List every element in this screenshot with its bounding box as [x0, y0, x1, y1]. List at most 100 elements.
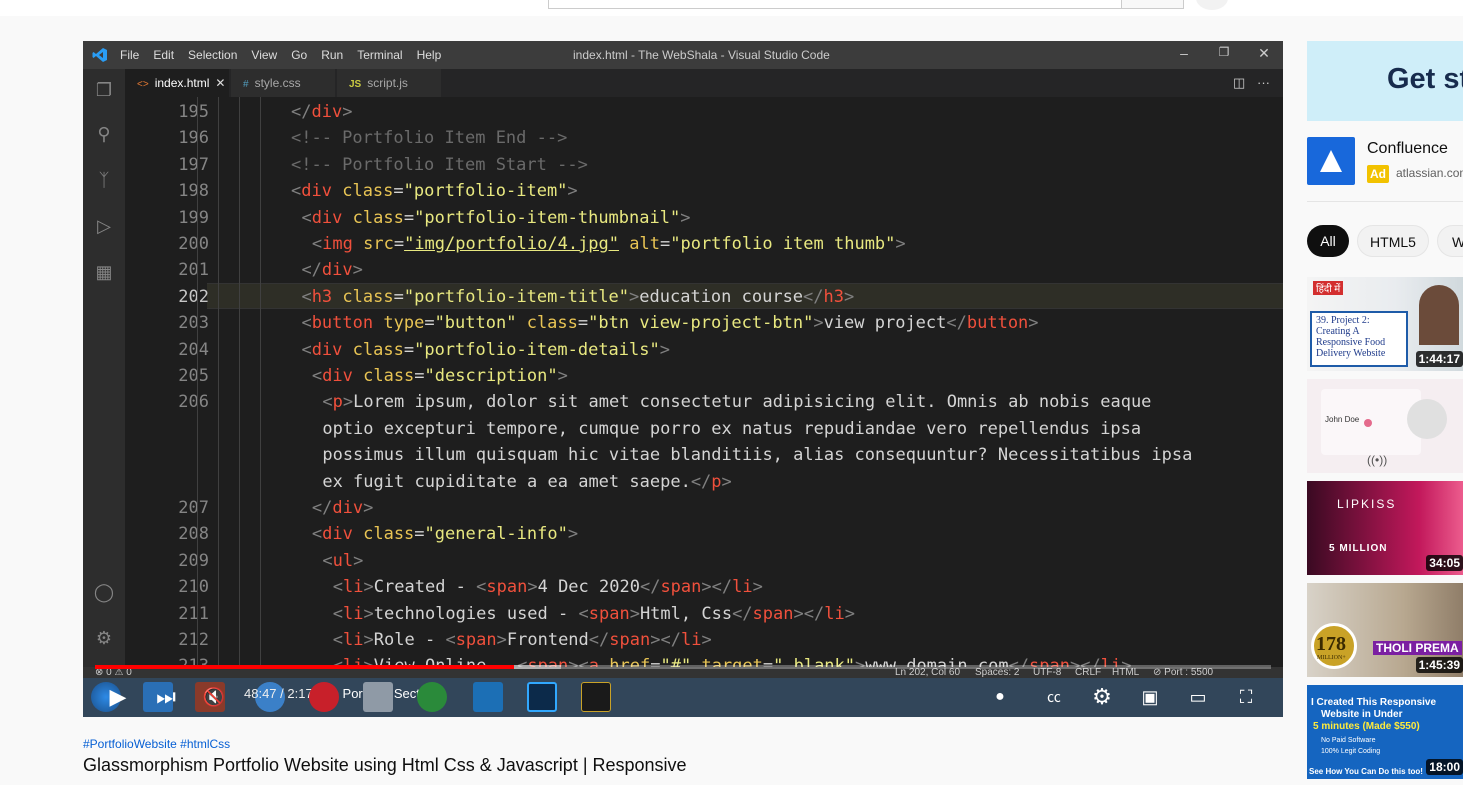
tab-label: index.html	[154, 76, 210, 90]
menu-go[interactable]: Go	[291, 48, 307, 62]
thumbnail-text: 100% Legit Coding	[1321, 748, 1381, 755]
code-line[interactable]: </div>	[291, 99, 352, 125]
subtitles-button[interactable]: ㏄	[1039, 684, 1069, 710]
miniplayer-button[interactable]: ▣	[1135, 684, 1165, 710]
thumbnail-text: THOLI PREMA	[1373, 641, 1462, 655]
line-number: 206	[178, 392, 209, 413]
run-debug-icon[interactable]: ▷	[93, 215, 115, 237]
video-thumbnail[interactable]: 178 MILLION+ THOLI PREMA 1:45:39	[1307, 583, 1463, 677]
autoplay-toggle[interactable]: ●	[985, 684, 1015, 710]
code-editor[interactable]: 195 196 197 198 199 200 201 202 203 204 205 206 207 2…	[125, 97, 1283, 676]
code-line[interactable]: <div class="portfolio-item-details">	[301, 337, 670, 363]
code-line[interactable]: </div>	[301, 257, 362, 283]
video-thumbnail[interactable]: हिंदी में 39. Project 2: Creating A Resp…	[1307, 277, 1463, 371]
menu-run[interactable]: Run	[321, 48, 343, 62]
fullscreen-button[interactable]: ⛶	[1231, 684, 1261, 710]
divider	[1307, 201, 1463, 202]
code-line[interactable]: <li>technologies used - <span>Html, Css<…	[333, 601, 855, 627]
mute-button[interactable]: 🔇	[199, 684, 229, 710]
line-number: 205	[178, 366, 209, 386]
menu-view[interactable]: View	[251, 48, 277, 62]
close-icon[interactable]: ✕	[1254, 45, 1274, 62]
thumbnail-caption-box: 39. Project 2: Creating A Responsive Foo…	[1310, 311, 1408, 367]
chip-html5[interactable]: HTML5	[1357, 225, 1429, 257]
explorer-icon[interactable]: ❐	[93, 79, 115, 101]
code-line[interactable]: <div class="description">	[312, 363, 568, 389]
indent-guide	[217, 97, 219, 667]
video-thumbnail[interactable]: I Created This Responsive Website in Und…	[1307, 685, 1463, 779]
line-number: 209	[178, 550, 209, 571]
code-line[interactable]: <div class="portfolio-item-thumbnail">	[301, 205, 690, 231]
play-button[interactable]: ▶	[103, 684, 133, 710]
voice-search-button[interactable]	[1196, 0, 1228, 10]
thumbnail-text: See How You Can Do this too!	[1309, 767, 1423, 776]
settings-icon[interactable]: ⚙	[1087, 684, 1117, 710]
extensions-icon[interactable]: ▦	[93, 261, 115, 283]
code-line[interactable]: optio excepturi tempore, cumque porro ex…	[322, 416, 1141, 442]
next-button[interactable]: ⏭	[151, 684, 181, 710]
top-header	[0, 0, 1463, 16]
video-duration: 1:45:39	[1415, 657, 1463, 673]
video-thumbnail[interactable]: John Doe ((•))	[1307, 379, 1463, 473]
tab-script-js[interactable]: JS script.js	[337, 69, 441, 97]
code-line[interactable]: <div class="general-info">	[312, 521, 578, 547]
video-player[interactable]: File Edit Selection View Go Run Terminal…	[83, 41, 1283, 717]
code-line[interactable]: ex fugit cupiditate a ea amet saepe.</p>	[322, 469, 731, 495]
split-editor-icon[interactable]: ◫	[1233, 75, 1245, 91]
menu-terminal[interactable]: Terminal	[357, 48, 402, 62]
theater-mode-button[interactable]: ▭	[1183, 684, 1213, 710]
search-button[interactable]	[1121, 0, 1184, 9]
menu-edit[interactable]: Edit	[153, 48, 174, 62]
video-duration: 34:05	[1426, 555, 1463, 571]
code-line[interactable]: <!-- Portfolio Item End -->	[291, 125, 567, 151]
tab-close-icon[interactable]: ✕	[215, 76, 225, 90]
photoshop-taskbar-icon	[527, 682, 557, 712]
search-input[interactable]	[548, 0, 1122, 9]
ad-banner[interactable]: Get st	[1307, 41, 1463, 121]
chip-more[interactable]: W	[1437, 225, 1463, 257]
code-line[interactable]: <li>Role - <span>Frontend</span></li>	[333, 627, 712, 653]
code-line[interactable]: <div class="portfolio-item">	[291, 178, 578, 204]
tab-index-html[interactable]: <> index.html ✕	[125, 69, 229, 97]
vscode-titlebar: File Edit Selection View Go Run Terminal…	[83, 41, 1283, 69]
account-icon[interactable]: ◯	[93, 581, 115, 603]
code-line[interactable]: possimus illum quisquam hic vitae blandi…	[322, 442, 1192, 468]
more-actions-icon[interactable]: ···	[1257, 75, 1270, 90]
code-line[interactable]: </div>	[312, 495, 373, 521]
menu-selection[interactable]: Selection	[188, 48, 237, 62]
buffered-bar	[513, 665, 561, 669]
thumbnail-text: No Paid Software	[1321, 737, 1376, 744]
thumbnail-text: I Created This Responsive	[1311, 697, 1437, 708]
minimize-icon[interactable]: –	[1174, 45, 1194, 61]
settings-gear-icon[interactable]: ⚙	[93, 627, 115, 649]
source-control-icon[interactable]: ᛉ	[93, 169, 115, 191]
ad-title[interactable]: Confluence	[1367, 140, 1448, 158]
video-hashtags[interactable]: #PortfolioWebsite #htmlCss	[83, 737, 230, 751]
video-progress-bar[interactable]	[95, 665, 1271, 669]
code-line[interactable]: <button type="button" class="btn view-pr…	[301, 310, 1038, 336]
thumbnail-text: MILLION+	[1317, 655, 1346, 661]
code-line[interactable]: <p>Lorem ipsum, dolor sit amet consectet…	[322, 389, 1151, 415]
search-icon[interactable]: ⚲	[93, 123, 115, 145]
menu-file[interactable]: File	[120, 48, 139, 62]
decor-dot	[1364, 419, 1372, 427]
line-number: 204	[178, 339, 209, 360]
code-line[interactable]: <!-- Portfolio Item Start -->	[291, 152, 588, 178]
chip-all[interactable]: All	[1307, 225, 1349, 257]
menu-help[interactable]: Help	[417, 48, 442, 62]
line-number: 210	[178, 577, 209, 598]
line-number: 207	[178, 498, 209, 518]
code-line[interactable]: <img src="img/portfolio/4.jpg" alt="port…	[312, 231, 906, 257]
code-line[interactable]: <li>Created - <span>4 Dec 2020</span></l…	[333, 574, 763, 600]
confluence-logo-icon[interactable]	[1307, 137, 1355, 185]
window-title: index.html - The WebShala - Visual Studi…	[573, 48, 830, 62]
restore-icon[interactable]: ❐	[1214, 45, 1234, 59]
video-duration: 1:44:17	[1415, 351, 1463, 367]
code-line[interactable]: <h3 class="portfolio-item-title">educati…	[301, 284, 854, 310]
tab-style-css[interactable]: # style.css	[231, 69, 335, 97]
video-thumbnail[interactable]: LIPKISS 5 MILLION 34:05	[1307, 481, 1463, 575]
code-line[interactable]: <ul>	[322, 548, 363, 574]
thumbnail-text: Creating A	[1316, 326, 1360, 337]
line-number	[149, 442, 209, 468]
line-number: 200	[178, 234, 209, 254]
